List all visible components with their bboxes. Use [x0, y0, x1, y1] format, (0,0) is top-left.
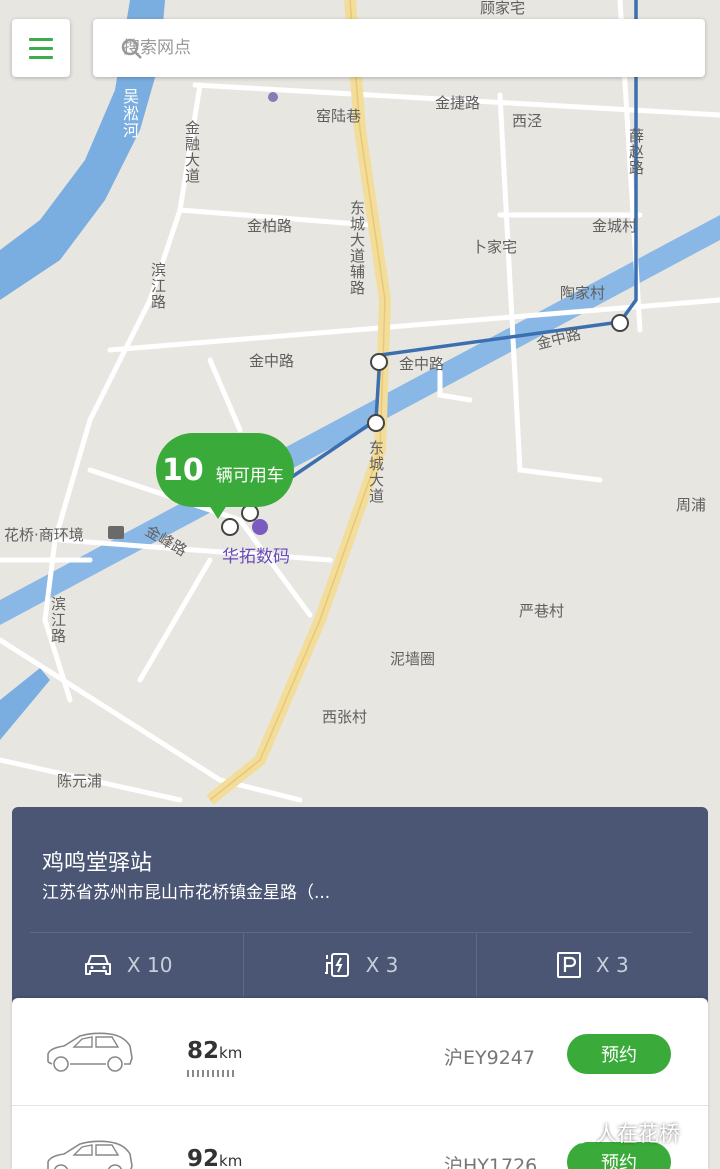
map-label-niqiang: 泥墙圈: [390, 650, 436, 668]
map-label-jinrong: 金融大道: [183, 120, 201, 184]
car-range: 82km: [187, 1038, 242, 1064]
map-label-zhoupu: 周浦: [676, 496, 707, 514]
map-label-jinbai: 金柏路: [247, 217, 293, 235]
car-range-value: 82: [187, 1038, 220, 1064]
map-label-yanxiang: 严巷村: [519, 602, 565, 620]
station-marker[interactable]: 10 辆可用车: [156, 433, 294, 519]
map-label-huatuo: 华拓数码: [222, 547, 290, 567]
search-bar[interactable]: [93, 19, 705, 77]
map-label-bujia: 卜家宅: [472, 238, 518, 256]
stat-chargers-value: X 3: [365, 953, 399, 977]
search-input[interactable]: [123, 38, 523, 58]
map-label-xizhang: 西张村: [322, 708, 368, 726]
map-label-binjiang-2: 滨江路: [49, 596, 67, 644]
search-icon: [121, 38, 142, 59]
stat-parking-value: X 3: [595, 953, 629, 977]
license-plate: 沪HY1726: [444, 1155, 538, 1169]
map-label-binjiang-1: 滨江路: [149, 262, 167, 310]
charger-icon: [324, 953, 349, 977]
menu-line-icon: [29, 37, 53, 41]
stat-parking: X 3: [475, 933, 708, 997]
car-range-value: 92: [187, 1146, 220, 1169]
map-label-xuezhao: 薛赵路: [627, 128, 645, 176]
station-stats: X 10 X 3 X 3: [12, 933, 708, 997]
watermark: 人在花桥: [560, 1118, 680, 1148]
map-label-dongcheng-fu: 东城大道辅路: [348, 200, 366, 296]
stat-cars-value: X 10: [126, 953, 173, 977]
watermark-text: 人在花桥: [596, 1122, 680, 1146]
map-label-dongcheng: 东城大道: [367, 440, 385, 504]
menu-line-icon: [29, 55, 53, 59]
station-name: 鸡鸣堂驿站: [42, 851, 153, 876]
map-label-jinzhong-2: 金中路: [399, 355, 445, 373]
map-label-gujia: 顾家宅: [480, 0, 526, 17]
car-icon: [47, 1140, 133, 1169]
menu-button[interactable]: [12, 19, 70, 77]
license-plate: 沪EY9247: [444, 1047, 535, 1069]
car-icon: [84, 955, 111, 975]
map-label-chenyuan: 陈元浦: [57, 772, 103, 790]
menu-line-icon: [29, 46, 53, 50]
station-address: 江苏省苏州市昆山市花桥镇金星路（...: [42, 883, 331, 903]
stat-cars: X 10: [12, 933, 243, 997]
available-car-label: 辆可用车: [215, 465, 284, 486]
car-range-unit: km: [219, 1044, 243, 1062]
car-range: 92km: [187, 1146, 242, 1169]
wechat-icon: [560, 1122, 589, 1144]
marker-bubble: 10 辆可用车: [156, 433, 294, 507]
station-panel[interactable]: 鸡鸣堂驿站 江苏省苏州市昆山市花桥镇金星路（... X 10 X 3 X 3: [12, 807, 708, 1007]
marker-tail: [209, 505, 227, 519]
map-label-jiaolu: 窑陆巷: [316, 107, 362, 125]
stat-chargers: X 3: [243, 933, 475, 997]
parking-icon: [556, 952, 581, 978]
car-range-unit: km: [219, 1152, 243, 1169]
map-label-huaqiao: 花桥·商环境: [4, 526, 84, 544]
available-car-count: 10: [162, 452, 204, 488]
map-label-jinjie: 金捷路: [435, 94, 481, 112]
map-label-jincheng: 金城村: [592, 217, 638, 235]
map-label-jinzhong-1: 金中路: [249, 352, 295, 370]
map-label-xijing: 西泾: [512, 112, 543, 130]
map-label-taojia: 陶家村: [560, 284, 606, 302]
battery-bar: [187, 1070, 235, 1077]
book-button[interactable]: 预约: [567, 1034, 671, 1074]
car-icon: [47, 1032, 133, 1072]
car-row[interactable]: 82km 沪EY9247 预约: [12, 998, 708, 1105]
map-label-wusong: 吴淞河: [120, 88, 139, 139]
